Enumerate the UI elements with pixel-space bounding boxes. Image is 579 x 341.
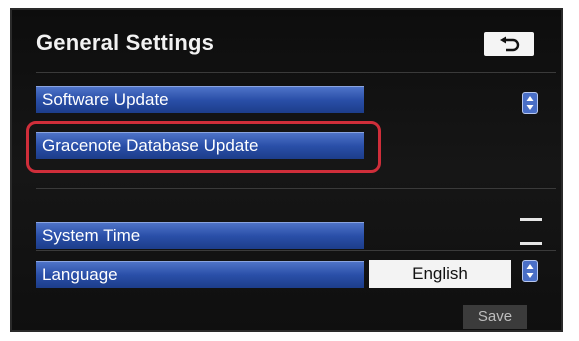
menu-item-label: Software Update: [42, 90, 169, 109]
menu-item-software-update[interactable]: Software Update: [36, 86, 364, 113]
language-value[interactable]: English: [369, 260, 511, 288]
divider: [36, 72, 556, 73]
scroll-up-button[interactable]: [522, 92, 538, 114]
scroll-position-marker: [520, 242, 542, 245]
menu-item-label: Language: [42, 265, 118, 284]
divider: [36, 188, 556, 189]
scroll-down-button[interactable]: [522, 260, 538, 282]
save-button[interactable]: Save: [463, 305, 527, 329]
highlight-ring: [26, 121, 381, 173]
return-arrow-icon: [500, 36, 520, 52]
divider: [36, 250, 556, 251]
scroll-position-marker: [520, 218, 542, 221]
menu-item-system-time[interactable]: System Time: [36, 222, 364, 249]
page-title: General Settings: [36, 30, 215, 55]
menu-item-language[interactable]: Language: [36, 261, 364, 288]
settings-screen: General Settings Software Update Graceno…: [10, 8, 563, 332]
scroll-arrows-icon: [526, 96, 534, 110]
scroll-arrows-icon: [526, 264, 534, 278]
menu-item-label: System Time: [42, 226, 141, 245]
back-button[interactable]: [484, 32, 534, 56]
